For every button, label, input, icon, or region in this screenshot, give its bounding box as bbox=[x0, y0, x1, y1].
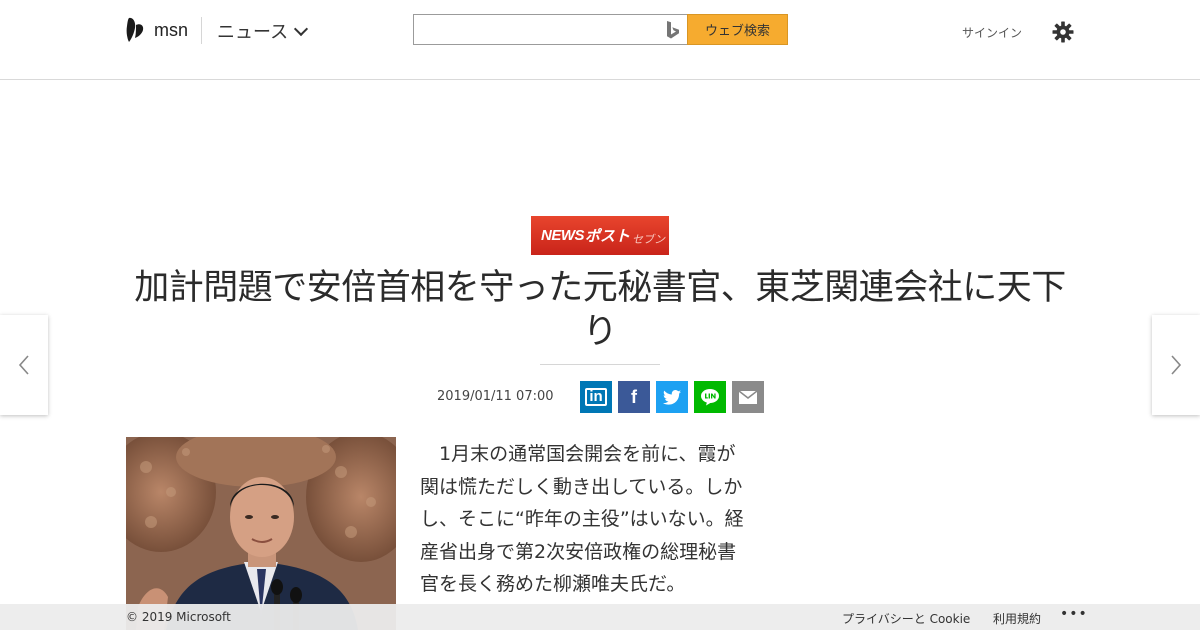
line-share-button[interactable] bbox=[694, 381, 726, 413]
header-divider bbox=[201, 17, 202, 44]
twitter-icon bbox=[663, 389, 681, 405]
article-date: 2019/01/11 07:00 bbox=[437, 389, 554, 404]
chevron-right-icon bbox=[1171, 355, 1182, 375]
twitter-share-button[interactable] bbox=[656, 381, 688, 413]
top-header: msn ニュース ウェブ検索 サインイン bbox=[0, 0, 1200, 80]
msn-logo[interactable]: msn bbox=[126, 15, 188, 45]
page-footer: © 2019 Microsoft プライバシーと Cookie 利用規約 ••• bbox=[0, 604, 1200, 630]
gear-icon[interactable] bbox=[1052, 21, 1074, 43]
news-post-seven-logo[interactable]: NEWS ポスト セブン bbox=[531, 216, 669, 255]
signin-link[interactable]: サインイン bbox=[962, 24, 1022, 41]
msn-butterfly-icon bbox=[126, 17, 144, 42]
linkedin-icon: in bbox=[585, 388, 607, 406]
source-logo-seven: セブン bbox=[632, 232, 666, 246]
source-logo-news: NEWS bbox=[541, 227, 585, 244]
title-divider bbox=[540, 364, 660, 365]
logo-text: msn bbox=[154, 19, 189, 40]
article-body: 1月末の通常国会開会を前に、霞が関は慌ただしく動き出している。しかし、そこに“昨… bbox=[420, 443, 744, 595]
facebook-share-button[interactable]: f bbox=[618, 381, 650, 413]
bing-icon bbox=[659, 15, 687, 44]
web-search-button[interactable]: ウェブ検索 bbox=[687, 14, 788, 45]
copyright-text: © 2019 Microsoft bbox=[126, 610, 231, 624]
search-bar: ウェブ検索 bbox=[413, 14, 788, 45]
more-options-icon[interactable]: ••• bbox=[1060, 606, 1088, 622]
search-input[interactable] bbox=[414, 15, 659, 44]
news-nav-dropdown[interactable]: ニュース bbox=[217, 18, 309, 44]
privacy-cookie-link[interactable]: プライバシーと Cookie bbox=[842, 610, 970, 627]
linkedin-share-button[interactable]: in bbox=[580, 381, 612, 413]
email-share-button[interactable] bbox=[732, 381, 764, 413]
chevron-left-icon bbox=[18, 355, 29, 375]
facebook-icon: f bbox=[631, 386, 637, 407]
previous-article-button[interactable] bbox=[0, 315, 48, 415]
article-title: 加計問題で安倍首相を守った元秘書官、東芝関連会社に天下り bbox=[134, 268, 1066, 352]
line-icon bbox=[701, 389, 719, 406]
source-logo-post: ポスト bbox=[585, 227, 631, 245]
mail-icon bbox=[739, 390, 757, 404]
terms-link[interactable]: 利用規約 bbox=[993, 610, 1041, 627]
next-article-button[interactable] bbox=[1152, 315, 1200, 415]
nav-label: ニュース bbox=[217, 22, 289, 43]
chevron-down-icon bbox=[294, 21, 309, 37]
article-photo bbox=[126, 437, 396, 630]
